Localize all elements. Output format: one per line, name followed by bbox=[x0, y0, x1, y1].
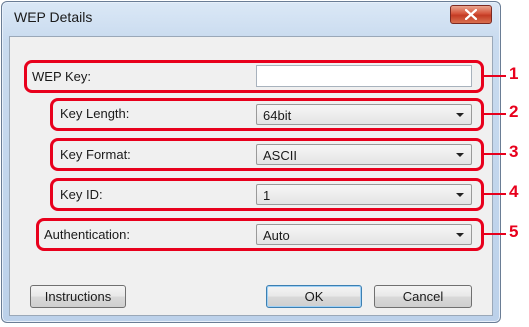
cancel-button[interactable]: Cancel bbox=[374, 285, 472, 308]
wep-key-input[interactable] bbox=[256, 65, 472, 87]
callout-line-1 bbox=[484, 75, 506, 77]
callout-line-5 bbox=[484, 233, 506, 235]
key-length-label: Key Length: bbox=[60, 106, 130, 121]
close-icon bbox=[465, 9, 477, 20]
key-format-select[interactable]: ASCII bbox=[256, 144, 472, 165]
instructions-button[interactable]: Instructions bbox=[30, 285, 126, 308]
chevron-down-icon bbox=[456, 113, 464, 117]
dialog-title: WEP Details bbox=[14, 9, 93, 25]
authentication-select[interactable]: Auto bbox=[256, 224, 472, 245]
callout-line-2 bbox=[484, 113, 506, 115]
authentication-label: Authentication: bbox=[44, 227, 131, 242]
chevron-down-icon bbox=[456, 193, 464, 197]
key-format-label: Key Format: bbox=[60, 147, 131, 162]
wep-key-label: WEP Key: bbox=[32, 69, 92, 84]
callout-number-3: 3 bbox=[509, 142, 519, 161]
callout-line-3 bbox=[484, 153, 506, 155]
key-id-value: 1 bbox=[263, 188, 271, 203]
callout-number-2: 2 bbox=[509, 102, 519, 121]
title-bar: WEP Details bbox=[2, 2, 500, 36]
key-length-value: 64bit bbox=[263, 108, 292, 123]
key-length-select[interactable]: 64bit bbox=[256, 104, 472, 125]
key-format-value: ASCII bbox=[263, 148, 297, 163]
callout-number-5: 5 bbox=[509, 222, 519, 241]
ok-button[interactable]: OK bbox=[266, 285, 362, 308]
callout-number-4: 4 bbox=[509, 182, 519, 201]
chevron-down-icon bbox=[456, 233, 464, 237]
callout-line-4 bbox=[484, 193, 506, 195]
callout-number-1: 1 bbox=[509, 64, 519, 83]
chevron-down-icon bbox=[456, 153, 464, 157]
authentication-value: Auto bbox=[263, 228, 290, 243]
key-id-label: Key ID: bbox=[60, 187, 103, 202]
close-button[interactable] bbox=[450, 5, 492, 24]
key-id-select[interactable]: 1 bbox=[256, 184, 472, 205]
